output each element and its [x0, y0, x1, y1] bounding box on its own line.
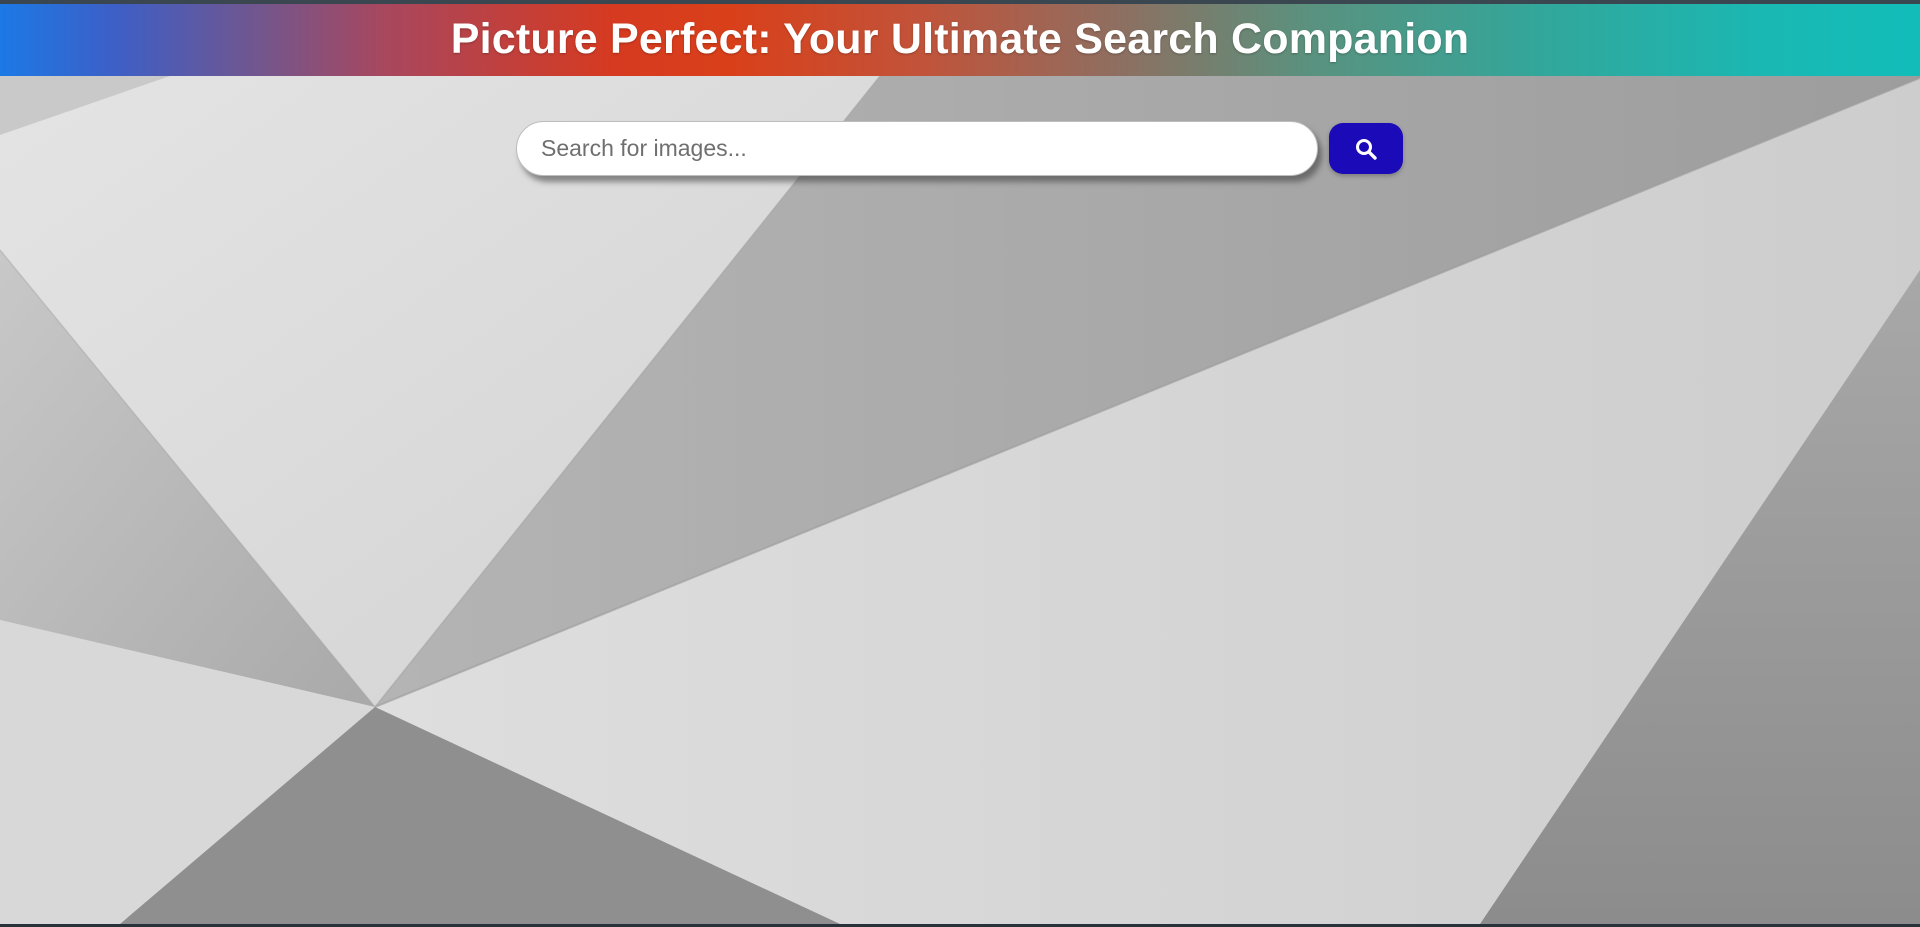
- page-title: Picture Perfect: Your Ultimate Search Co…: [450, 15, 1470, 63]
- window-top-edge: [0, 0, 1920, 4]
- search-input[interactable]: [516, 121, 1318, 176]
- page: Picture Perfect: Your Ultimate Search Co…: [0, 0, 1920, 924]
- search-icon: [1354, 137, 1378, 161]
- app-header: Picture Perfect: Your Ultimate Search Co…: [0, 3, 1920, 76]
- search-button[interactable]: [1329, 123, 1403, 174]
- search-bar: [516, 121, 1403, 176]
